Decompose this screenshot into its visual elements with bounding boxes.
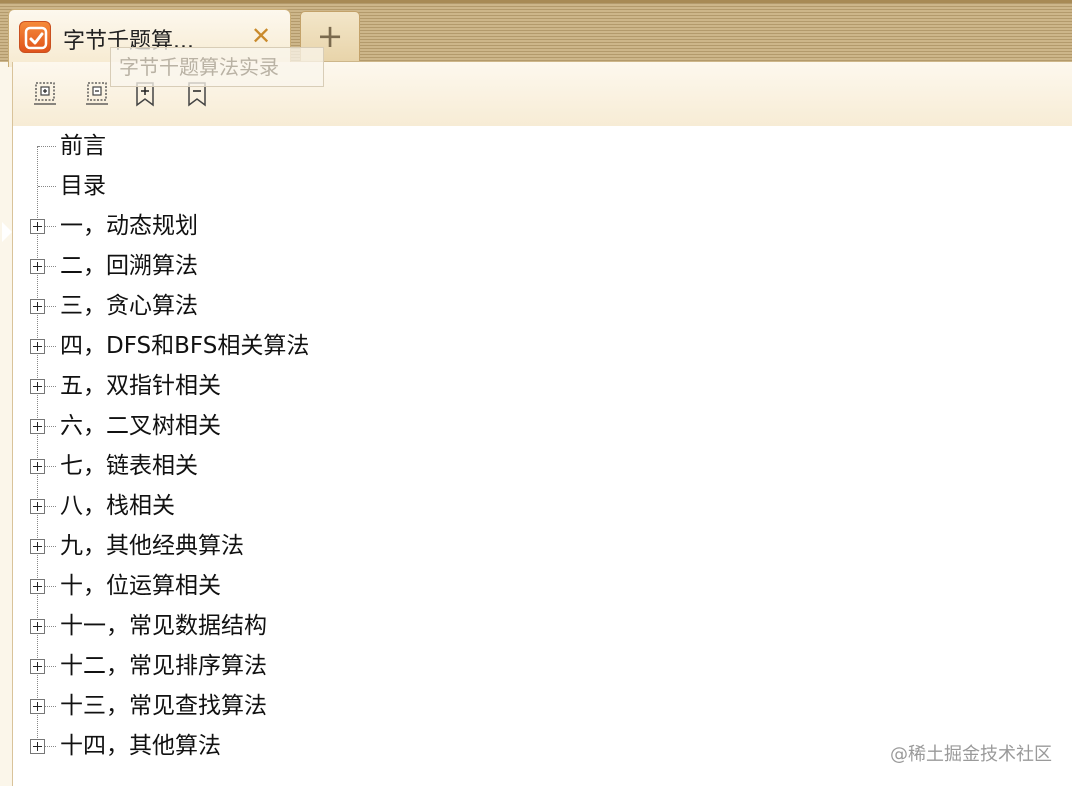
- tree-branch-line: [38, 146, 56, 147]
- expand-icon[interactable]: [30, 259, 45, 274]
- tree-item[interactable]: 目录: [0, 166, 600, 206]
- tree-item[interactable]: 三，贪心算法: [0, 286, 600, 326]
- expand-all-icon[interactable]: [31, 80, 59, 108]
- expand-icon[interactable]: [30, 619, 45, 634]
- expand-icon[interactable]: [30, 299, 45, 314]
- expand-icon[interactable]: [30, 659, 45, 674]
- tree-item[interactable]: 二，回溯算法: [0, 246, 600, 286]
- tree-branch-line: [38, 186, 56, 187]
- panel-notch: [2, 222, 12, 242]
- tree-item[interactable]: 一，动态规划: [0, 206, 600, 246]
- tree-item-label: 一，动态规划: [60, 213, 198, 239]
- tree-item-label: 四，DFS和BFS相关算法: [60, 333, 310, 359]
- expand-icon[interactable]: [30, 699, 45, 714]
- collapse-all-icon[interactable]: [83, 80, 111, 108]
- tree-item[interactable]: 前言: [0, 126, 600, 166]
- tree-item-label: 十，位运算相关: [60, 573, 221, 599]
- expand-icon[interactable]: [30, 379, 45, 394]
- tree-item[interactable]: 九，其他经典算法: [0, 526, 600, 566]
- tree-item[interactable]: 七，链表相关: [0, 446, 600, 486]
- expand-icon[interactable]: [30, 339, 45, 354]
- tree-item[interactable]: 十四，其他算法: [0, 726, 600, 766]
- tree-item-label: 前言: [60, 133, 106, 159]
- expand-icon[interactable]: [30, 219, 45, 234]
- tree-item-label: 三，贪心算法: [60, 293, 198, 319]
- tree-item-label: 目录: [60, 173, 106, 199]
- tree-item[interactable]: 十，位运算相关: [0, 566, 600, 606]
- expand-icon[interactable]: [30, 739, 45, 754]
- tree-item-label: 五，双指针相关: [60, 373, 221, 399]
- tree-item-label: 六，二叉树相关: [60, 413, 221, 439]
- tree-item-label: 九，其他经典算法: [60, 533, 244, 559]
- tab-tooltip: 字节千题算法实录: [110, 47, 324, 87]
- tree-item[interactable]: 四，DFS和BFS相关算法: [0, 326, 600, 366]
- expand-icon[interactable]: [30, 419, 45, 434]
- tree-item-label: 十一，常见数据结构: [60, 613, 267, 639]
- tree-item-label: 八，栈相关: [60, 493, 175, 519]
- expand-icon[interactable]: [30, 459, 45, 474]
- tree-item[interactable]: 十二，常见排序算法: [0, 646, 600, 686]
- tree-item[interactable]: 十一，常见数据结构: [0, 606, 600, 646]
- expand-icon[interactable]: [30, 539, 45, 554]
- watermark: @稀土掘金技术社区: [890, 744, 1052, 765]
- tree-item-label: 七，链表相关: [60, 453, 198, 479]
- expand-icon[interactable]: [30, 579, 45, 594]
- tree-item-label: 十三，常见查找算法: [60, 693, 267, 719]
- tree-item-label: 二，回溯算法: [60, 253, 198, 279]
- tree-item[interactable]: 十三，常见查找算法: [0, 686, 600, 726]
- tree-item[interactable]: 六，二叉树相关: [0, 406, 600, 446]
- tree-item-label: 十四，其他算法: [60, 733, 221, 759]
- app-logo-icon: [19, 21, 51, 53]
- expand-icon[interactable]: [30, 499, 45, 514]
- tree-item[interactable]: 五，双指针相关: [0, 366, 600, 406]
- tree-item[interactable]: 八，栈相关: [0, 486, 600, 526]
- tree-item-label: 十二，常见排序算法: [60, 653, 267, 679]
- close-icon[interactable]: ✕: [247, 22, 275, 50]
